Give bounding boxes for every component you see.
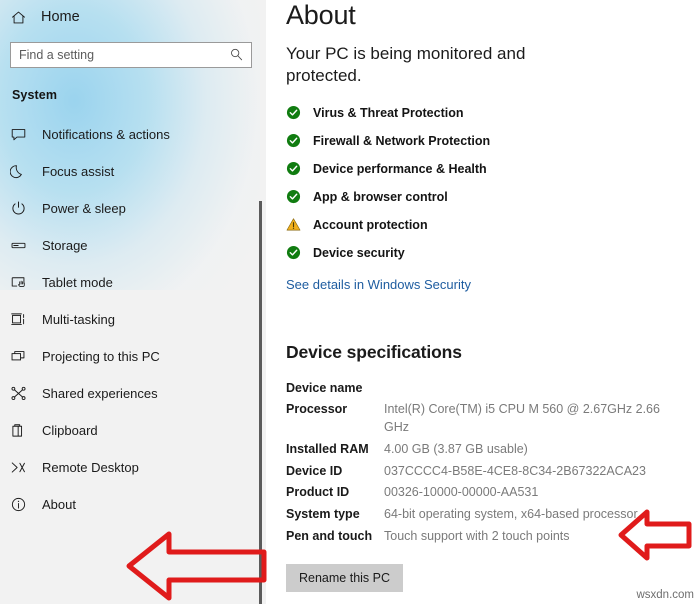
check-circle-icon [286, 133, 308, 148]
moon-icon [10, 163, 34, 180]
sidebar-item-about[interactable]: About [0, 486, 266, 523]
status-item-label: Virus & Threat Protection [313, 105, 464, 120]
sidebar-item-label: Multi-tasking [42, 312, 115, 327]
search-icon[interactable] [229, 47, 244, 67]
sidebar-item-label: Shared experiences [42, 386, 158, 401]
spec-row: Installed RAM 4.00 GB (3.87 GB usable) [286, 441, 700, 459]
status-item: Virus & Threat Protection [286, 99, 700, 127]
tablet-icon [10, 274, 34, 291]
clipboard-icon [10, 422, 34, 439]
sidebar-item-notifications-and-actions[interactable]: Notifications & actions [0, 116, 266, 153]
windows-security-link[interactable]: See details in Windows Security [286, 277, 471, 292]
status-item: App & browser control [286, 183, 700, 211]
sidebar-item-focus-assist[interactable]: Focus assist [0, 153, 266, 190]
device-specifications-table: Device name Processor Intel(R) Core(TM) … [286, 380, 700, 546]
sidebar-item-label: Remote Desktop [42, 460, 139, 475]
protection-status-list: Virus & Threat Protection Firewall & Net… [286, 99, 700, 267]
status-item-label: Device performance & Health [313, 161, 487, 176]
sidebar-item-label: Storage [42, 238, 88, 253]
storage-icon [10, 237, 34, 254]
device-specifications-title: Device specifications [286, 341, 462, 362]
spec-key: Product ID [286, 485, 350, 500]
spec-value: 64-bit operating system, x64-based proce… [384, 507, 638, 522]
spec-value: 4.00 GB (3.87 GB usable) [384, 441, 528, 456]
status-item: Device performance & Health [286, 155, 700, 183]
sidebar-item-label: Notifications & actions [42, 127, 170, 142]
status-item: Account protection [286, 211, 700, 239]
sidebar-home-label: Home [41, 9, 80, 25]
sidebar-item-multi-tasking[interactable]: Multi-tasking [0, 301, 266, 338]
check-circle-icon [286, 105, 308, 120]
sidebar-item-power-and-sleep[interactable]: Power & sleep [0, 190, 266, 227]
spec-row: Device name [286, 380, 700, 398]
power-icon [10, 200, 34, 217]
sidebar-home-item[interactable]: Home [0, 2, 266, 32]
notification-icon [10, 126, 34, 143]
share-icon [10, 385, 34, 402]
multitasking-icon [10, 311, 34, 328]
warning-triangle-icon [286, 217, 308, 232]
sidebar-nav: Notifications & actions Focus assist Pow… [0, 116, 266, 523]
sidebar-scrollbar[interactable] [254, 0, 266, 604]
spec-key: Processor [286, 402, 348, 417]
sidebar-item-label: Focus assist [42, 164, 115, 179]
home-icon [10, 9, 36, 26]
spec-value: 00326-10000-00000-AA531 [384, 485, 539, 500]
remote-desktop-icon [10, 459, 34, 476]
sidebar: Home System [0, 0, 266, 604]
spec-row: Device ID 037CCCC4-B58E-4CE8-8C34-2B6732… [286, 463, 700, 481]
sidebar-item-tablet-mode[interactable]: Tablet mode [0, 264, 266, 301]
status-item: Device security [286, 239, 700, 267]
sidebar-item-label: Tablet mode [42, 275, 113, 290]
check-circle-icon [286, 189, 308, 204]
search-input[interactable] [11, 43, 216, 67]
spec-key: Device name [286, 380, 363, 395]
check-circle-icon [286, 161, 308, 176]
status-item-label: Device security [313, 245, 405, 260]
info-icon [10, 496, 34, 513]
search-box[interactable] [10, 42, 252, 68]
settings-window: Home System [0, 0, 700, 604]
rename-this-pc-button[interactable]: Rename this PC [286, 563, 404, 592]
sidebar-item-remote-desktop[interactable]: Remote Desktop [0, 449, 266, 486]
sidebar-item-label: Projecting to this PC [42, 349, 160, 364]
spec-value: 037CCCC4-B58E-4CE8-8C34-2B67322ACA23 [384, 463, 646, 478]
sidebar-item-projecting-to-this-pc[interactable]: Projecting to this PC [0, 338, 266, 375]
spec-row: System type 64-bit operating system, x64… [286, 506, 700, 524]
check-circle-icon [286, 245, 308, 260]
spec-row: Pen and touch Touch support with 2 touch… [286, 528, 700, 546]
sidebar-scrollbar-thumb[interactable] [259, 201, 262, 604]
spec-value: Intel(R) Core(TM) i5 CPU M 560 @ 2.67GHz… [384, 402, 660, 435]
watermark: wsxdn.com [636, 589, 694, 601]
spec-row: Processor Intel(R) Core(TM) i5 CPU M 560… [286, 401, 700, 437]
status-item-label: Account protection [313, 217, 428, 232]
protection-status-heading: Your PC is being monitored and protected… [286, 44, 526, 86]
page-title: About [286, 0, 356, 30]
spec-key: Device ID [286, 463, 343, 478]
sidebar-item-clipboard[interactable]: Clipboard [0, 412, 266, 449]
status-item: Firewall & Network Protection [286, 127, 700, 155]
sidebar-item-label: About [42, 497, 76, 512]
sidebar-item-shared-experiences[interactable]: Shared experiences [0, 375, 266, 412]
status-item-label: Firewall & Network Protection [313, 133, 491, 148]
spec-key: Pen and touch [286, 528, 373, 543]
spec-value: Touch support with 2 touch points [384, 528, 570, 543]
sidebar-item-label: Power & sleep [42, 201, 126, 216]
status-item-label: App & browser control [313, 189, 448, 204]
sidebar-item-storage[interactable]: Storage [0, 227, 266, 264]
sidebar-item-label: Clipboard [42, 423, 98, 438]
search-container [0, 32, 266, 68]
spec-key: System type [286, 507, 360, 522]
spec-row: Product ID 00326-10000-00000-AA531 [286, 484, 700, 502]
sidebar-group-header: System [12, 88, 58, 102]
projecting-icon [10, 348, 34, 365]
main-content: About Your PC is being monitored and pro… [266, 0, 700, 604]
spec-key: Installed RAM [286, 441, 369, 456]
